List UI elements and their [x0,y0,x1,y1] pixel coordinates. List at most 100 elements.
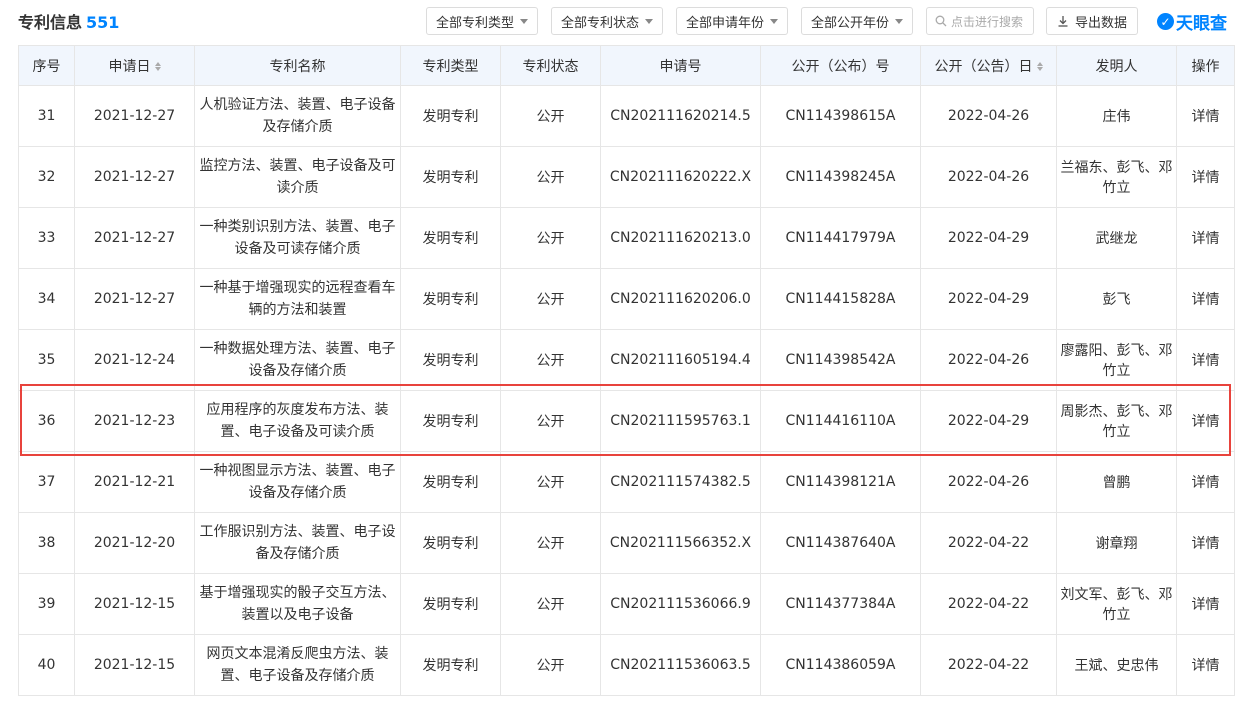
application-number: CN202111574382.5 [600,451,761,513]
search-input[interactable]: 点击进行搜索 [926,7,1034,35]
inventors: 武继龙 [1056,207,1177,269]
export-button[interactable]: 导出数据 [1046,7,1138,35]
publication-number: CN114386059A [760,634,921,696]
patent-name: 网页文本混淆反爬虫方法、装置、电子设备及存储介质 [194,634,401,696]
column-header: 专利名称 [194,45,401,86]
patent-status: 公开 [500,146,601,208]
details-link[interactable]: 详情 [1176,268,1235,330]
table-row: 33 2021-12-27 一种类别识别方法、装置、电子设备及可读存储介质 发明… [18,207,1235,269]
patent-status: 公开 [500,451,601,513]
table-row: 39 2021-12-15 基于增强现实的骰子交互方法、装置以及电子设备 发明专… [18,573,1235,635]
application-date: 2021-12-20 [74,512,195,574]
filter-label: 全部专利类型 [435,15,514,31]
inventors: 兰福东、彭飞、邓竹立 [1056,146,1177,208]
details-link[interactable]: 详情 [1176,512,1235,574]
column-header-sortable[interactable]: 申请日 [74,45,195,86]
column-header-sortable[interactable]: 公开（公告）日 [920,45,1057,86]
table-row: 40 2021-12-15 网页文本混淆反爬虫方法、装置、电子设备及存储介质 发… [18,634,1235,696]
export-label: 导出数据 [1074,15,1127,31]
publication-date: 2022-04-26 [920,85,1057,147]
patent-status: 公开 [500,268,601,330]
application-date: 2021-12-15 [74,573,195,635]
publication-date: 2022-04-26 [920,451,1057,513]
column-header: 序号 [18,45,75,86]
page-title-label: 专利信息 [18,13,83,32]
patent-type: 发明专利 [400,207,501,269]
application-number: CN202111620213.0 [600,207,761,269]
filter-patent-type[interactable]: 全部专利类型 [426,7,538,35]
page-title: 专利信息 551 [18,9,119,33]
application-number: CN202111595763.1 [600,390,761,452]
filter-patent-status[interactable]: 全部专利状态 [551,7,663,35]
patent-name: 一种视图显示方法、装置、电子设备及存储介质 [194,451,401,513]
patent-type: 发明专利 [400,390,501,452]
patent-name: 一种数据处理方法、装置、电子设备及存储介质 [194,329,401,391]
details-link[interactable]: 详情 [1176,85,1235,147]
application-date: 2021-12-27 [74,268,195,330]
publication-number: CN114398245A [760,146,921,208]
inventors: 庄伟 [1056,85,1177,147]
column-header: 专利类型 [400,45,501,86]
caret-down-icon [770,18,778,24]
download-icon [1058,16,1068,27]
row-number: 35 [18,329,75,391]
table-row: 35 2021-12-24 一种数据处理方法、装置、电子设备及存储介质 发明专利… [18,329,1235,391]
table-row: 37 2021-12-21 一种视图显示方法、装置、电子设备及存储介质 发明专利… [18,451,1235,513]
patent-type: 发明专利 [400,573,501,635]
details-link[interactable]: 详情 [1176,451,1235,513]
patent-name: 基于增强现实的骰子交互方法、装置以及电子设备 [194,573,401,635]
filter-application-year[interactable]: 全部申请年份 [676,7,788,35]
patent-status: 公开 [500,85,601,147]
toolbar: 专利信息 551 全部专利类型 全部专利状态 全部申请年份 全部公开年份 点击进行… [0,0,1242,40]
details-link[interactable]: 详情 [1176,573,1235,635]
row-number: 31 [18,85,75,147]
search-icon [935,15,947,27]
publication-date: 2022-04-26 [920,146,1057,208]
row-number: 37 [18,451,75,513]
brand-name: 天眼查 [1176,14,1227,34]
patent-type: 发明专利 [400,512,501,574]
publication-number: CN114398121A [760,451,921,513]
application-number: CN202111536063.5 [600,634,761,696]
publication-number: CN114377384A [760,573,921,635]
row-number: 39 [18,573,75,635]
table-row: 38 2021-12-20 工作服识别方法、装置、电子设备及存储介质 发明专利 … [18,512,1235,574]
publication-number: CN114398542A [760,329,921,391]
details-link[interactable]: 详情 [1176,207,1235,269]
caret-down-icon [895,18,903,24]
publication-number: CN114398615A [760,85,921,147]
application-number: CN202111620214.5 [600,85,761,147]
patent-status: 公开 [500,329,601,391]
patent-name: 人机验证方法、装置、电子设备及存储介质 [194,85,401,147]
inventors: 王斌、史忠伟 [1056,634,1177,696]
filter-publication-year[interactable]: 全部公开年份 [801,7,913,35]
details-link[interactable]: 详情 [1176,634,1235,696]
publication-number: CN114416110A [760,390,921,452]
result-count: 551 [86,13,120,32]
details-link[interactable]: 详情 [1176,329,1235,391]
row-number: 38 [18,512,75,574]
patent-type: 发明专利 [400,268,501,330]
patent-status: 公开 [500,634,601,696]
sort-icon[interactable] [154,62,161,71]
application-date: 2021-12-24 [74,329,195,391]
details-link[interactable]: 详情 [1176,390,1235,452]
column-header: 公开（公布）号 [760,45,921,86]
patent-status: 公开 [500,512,601,574]
inventors: 周影杰、彭飞、邓竹立 [1056,390,1177,452]
sort-icon[interactable] [1036,62,1043,71]
patent-type: 发明专利 [400,451,501,513]
inventors: 刘文军、彭飞、邓竹立 [1056,573,1177,635]
brand-logo: ✓ 天眼查 [1157,9,1227,34]
application-date: 2021-12-27 [74,207,195,269]
application-number: CN202111620222.X [600,146,761,208]
application-number: CN202111536066.9 [600,573,761,635]
patent-name: 一种基于增强现实的远程查看车辆的方法和装置 [194,268,401,330]
patent-name: 一种类别识别方法、装置、电子设备及可读存储介质 [194,207,401,269]
patent-name: 监控方法、装置、电子设备及可读介质 [194,146,401,208]
filter-label: 全部申请年份 [685,15,764,31]
inventors: 彭飞 [1056,268,1177,330]
row-number: 36 [18,390,75,452]
publication-date: 2022-04-26 [920,329,1057,391]
details-link[interactable]: 详情 [1176,146,1235,208]
